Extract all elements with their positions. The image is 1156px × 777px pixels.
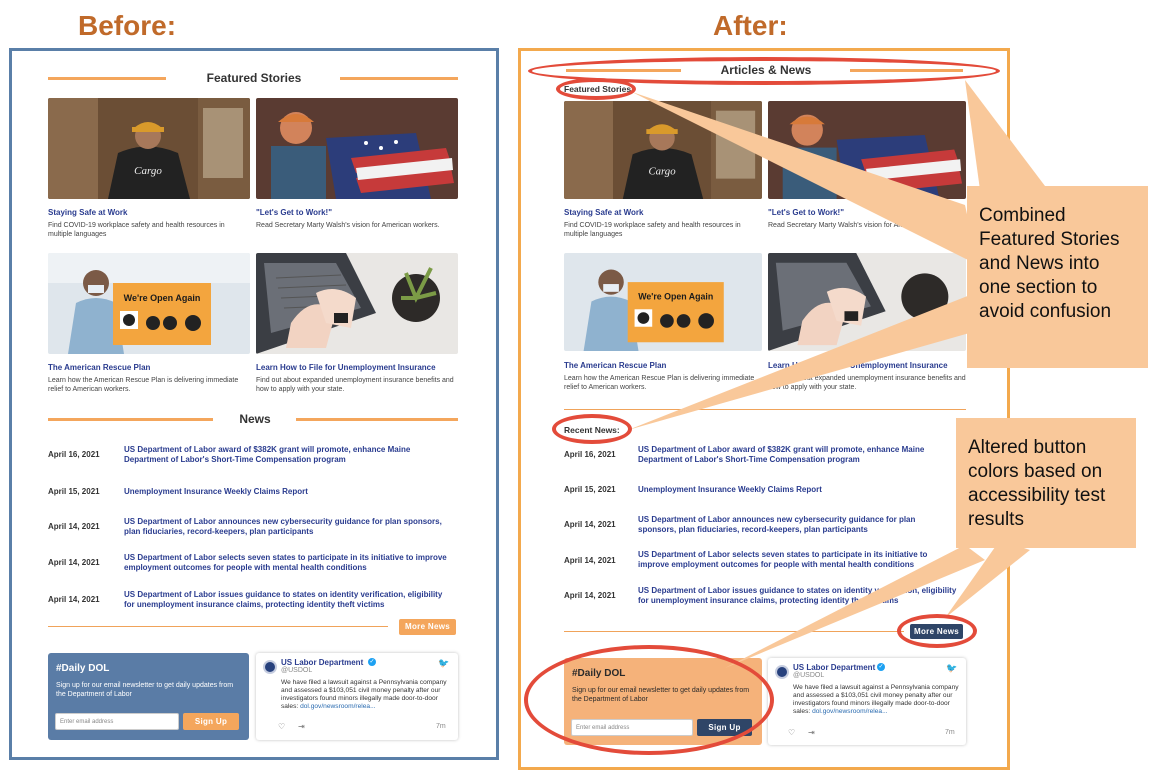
altered-callout: Altered button colors based on accessibi… [956, 418, 1136, 548]
avatar [263, 660, 277, 674]
news-rule-right [296, 418, 458, 421]
news-title: News [239, 412, 271, 426]
tweet-author[interactable]: US Labor Department [793, 663, 875, 672]
news-date: April 15, 2021 [48, 487, 100, 496]
more-news-rule [564, 631, 904, 632]
signup-button[interactable]: Sign Up [183, 713, 239, 730]
share-icon[interactable]: ⇥ [808, 728, 815, 737]
heart-icon[interactable]: ♡ [278, 722, 285, 731]
combined-callout: Combined Featured Stories and News into … [967, 186, 1148, 368]
tweet-handle: @USDOL [281, 667, 313, 674]
tweet-link[interactable]: dol.gov/newsroom/relea... [812, 708, 888, 715]
share-icon[interactable]: ⇥ [298, 722, 305, 731]
news-date: April 16, 2021 [48, 450, 100, 459]
tweet-author[interactable]: US Labor Department [281, 658, 363, 667]
featured-stories-title: Featured Stories [206, 71, 302, 85]
story-title[interactable]: Staying Safe at Work [564, 208, 643, 217]
story-desc: Find COVID-19 workplace safety and healt… [564, 222, 741, 238]
open-sign-text: We're Open Again [124, 293, 201, 303]
news-date: April 14, 2021 [564, 556, 616, 565]
story-desc: Read Secretary Marty Walsh's vision for … [256, 222, 440, 229]
twitter-card: US Labor Department ✓ @USDOL 🐦 We have f… [768, 658, 966, 745]
twitter-bird-icon[interactable]: 🐦 [946, 663, 957, 674]
news-link[interactable]: Unemployment Insurance Weekly Claims Rep… [638, 485, 963, 495]
photo-flag-crowd[interactable] [256, 98, 458, 199]
news-link[interactable]: US Department of Labor award of $382K gr… [638, 445, 963, 465]
news-date: April 14, 2021 [48, 558, 100, 567]
tweet-body: We have filed a lawsuit against a Pennsy… [793, 684, 959, 715]
recent-news-highlight [552, 414, 632, 444]
story-title[interactable]: "Let's Get to Work!" [256, 208, 332, 217]
signup-desc: Sign up for our email newsletter to get … [56, 682, 234, 698]
tweet-link[interactable]: dol.gov/newsroom/relea... [300, 703, 376, 710]
after-label: After: [713, 10, 788, 41]
news-link[interactable]: US Department of Labor selects seven sta… [638, 550, 938, 570]
news-date: April 16, 2021 [564, 450, 616, 459]
news-link[interactable]: US Department of Labor award of $382K gr… [124, 445, 454, 465]
tweet-handle: @USDOL [793, 672, 825, 679]
news-link[interactable]: US Department of Labor issues guidance t… [638, 586, 963, 606]
email-field[interactable]: Enter email address [55, 713, 179, 730]
story-desc: Find out about expanded unemployment ins… [256, 377, 454, 393]
news-date: April 14, 2021 [564, 591, 616, 600]
news-rule-left [48, 418, 213, 421]
story-title[interactable]: Learn How to File for Unemployment Insur… [256, 363, 436, 372]
news-date: April 14, 2021 [48, 595, 100, 604]
more-news-button[interactable]: More News [399, 619, 456, 635]
news-date: April 14, 2021 [48, 522, 100, 531]
story-title[interactable]: The American Rescue Plan [48, 363, 150, 372]
story-title[interactable]: The American Rescue Plan [564, 361, 666, 370]
open-sign-text: We're Open Again [638, 292, 713, 302]
verified-icon: ✓ [877, 663, 885, 671]
verified-icon: ✓ [368, 658, 376, 666]
photo-cargo-worker[interactable]: Cargo [564, 101, 762, 199]
photo-open-again[interactable]: We're Open Again [48, 253, 250, 354]
story-desc: Find out about expanded unemployment ins… [768, 375, 966, 391]
featured-rule-right [340, 77, 458, 80]
tweet-time: 7m [436, 723, 446, 730]
featured-label-highlight [556, 78, 636, 100]
section-divider [564, 409, 966, 410]
signup-highlight [524, 645, 774, 755]
news-link[interactable]: Unemployment Insurance Weekly Claims Rep… [124, 487, 454, 497]
twitter-card: US Labor Department ✓ @USDOL 🐦 We have f… [256, 653, 458, 740]
news-link[interactable]: US Department of Labor selects seven sta… [124, 553, 454, 573]
tweet-time: 7m [945, 729, 955, 736]
news-link[interactable]: US Department of Labor announces new cyb… [124, 517, 454, 537]
before-label: Before: [78, 10, 177, 41]
featured-rule-left [48, 77, 166, 80]
photo-laptop-typing[interactable] [768, 253, 966, 351]
story-title[interactable]: Learn How to File for Unemployment Insur… [768, 361, 948, 370]
signup-title: #Daily DOL [56, 663, 110, 674]
more-news-rule [48, 626, 388, 627]
cargo-shirt-text: Cargo [134, 165, 162, 177]
story-desc: Learn how the American Rescue Plan is de… [564, 375, 755, 391]
newsletter-signup: #Daily DOL Sign up for our email newslet… [48, 653, 249, 740]
news-date: April 15, 2021 [564, 485, 616, 494]
tweet-body: We have filed a lawsuit against a Pennsy… [281, 679, 447, 710]
photo-laptop-typing[interactable] [256, 253, 458, 354]
news-date: April 14, 2021 [564, 520, 616, 529]
story-desc: Find COVID-19 workplace safety and healt… [48, 222, 225, 238]
photo-flag-crowd[interactable] [768, 101, 966, 199]
news-link[interactable]: US Department of Labor announces new cyb… [638, 515, 938, 535]
story-desc: Learn how the American Rescue Plan is de… [48, 377, 239, 393]
cargo-shirt-text: Cargo [648, 166, 676, 178]
news-link[interactable]: US Department of Labor issues guidance t… [124, 590, 454, 610]
story-desc: Read Secretary Marty Walsh's vision for … [768, 222, 952, 229]
story-title[interactable]: "Let's Get to Work!" [768, 208, 844, 217]
twitter-bird-icon[interactable]: 🐦 [438, 658, 449, 669]
photo-open-again[interactable]: We're Open Again [564, 253, 762, 351]
avatar [775, 665, 789, 679]
photo-cargo-worker[interactable]: Cargo [48, 98, 250, 199]
more-news-highlight [897, 614, 977, 648]
story-title[interactable]: Staying Safe at Work [48, 208, 127, 217]
heart-icon[interactable]: ♡ [788, 728, 795, 737]
